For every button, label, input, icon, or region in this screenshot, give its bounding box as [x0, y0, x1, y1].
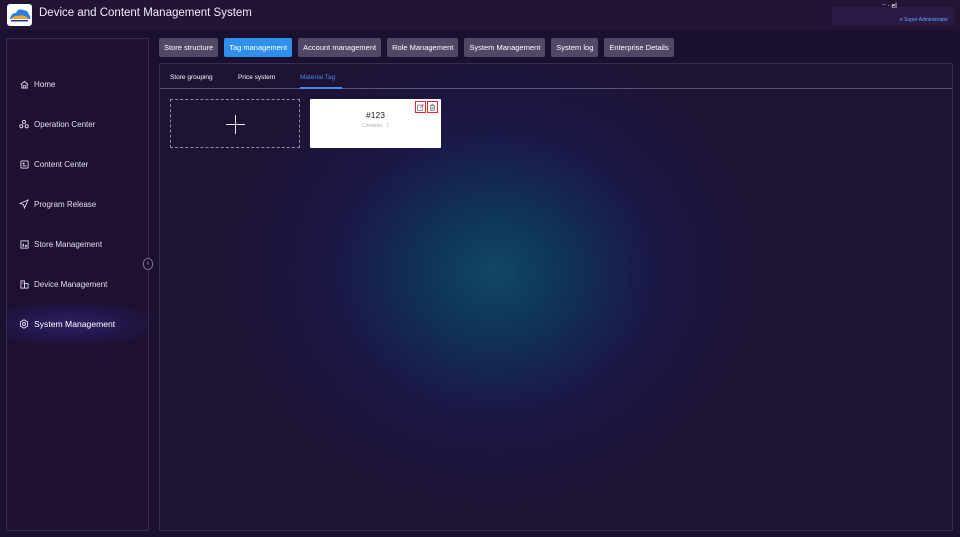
top-bar: Device and Content Management System ⁻ ᐧ…: [0, 0, 960, 30]
send-icon: [19, 199, 29, 209]
tab-system-management[interactable]: System Management: [464, 38, 546, 57]
sidebar-item-label: Store Management: [34, 239, 103, 249]
sidebar-item-label: Operation Center: [34, 119, 96, 129]
subtab-store-grouping[interactable]: Store grouping: [170, 74, 213, 81]
user-role: e Super Administrator: [900, 17, 949, 23]
home-icon: [19, 79, 29, 89]
sidebar-item-operation-center[interactable]: Operation Center: [7, 104, 148, 144]
active-subtab-indicator: [300, 87, 342, 89]
tab-enterprise-details[interactable]: Enterprise Details: [604, 38, 674, 57]
tab-store-structure[interactable]: Store structure: [159, 38, 219, 57]
sidebar-collapse-button[interactable]: ‹: [143, 258, 153, 270]
tab-system-log[interactable]: System log: [551, 38, 599, 57]
tag-contents: Contents: 1: [310, 123, 441, 129]
sub-tabs: Store grouping Price system Material Tag: [160, 64, 952, 89]
edit-tag-button[interactable]: [415, 101, 426, 113]
sidebar-item-content-center[interactable]: Content Center: [7, 144, 148, 184]
sidebar-item-label: System Management: [34, 319, 116, 329]
sidebar-item-label: Content Center: [34, 159, 89, 169]
store-icon: [19, 239, 29, 249]
delete-tag-button[interactable]: [427, 101, 438, 113]
sidebar-item-label: Device Management: [34, 279, 108, 289]
settings-icon: [19, 319, 29, 329]
content-icon: [19, 159, 29, 169]
device-icon: [19, 279, 29, 289]
tag-card[interactable]: #123 Contents: 1: [310, 99, 441, 148]
sidebar-item-label: Home: [34, 79, 56, 89]
tab-role-management[interactable]: Role Management: [387, 38, 459, 57]
plus-icon-vertical: [235, 115, 237, 134]
tab-account-management[interactable]: Account management: [298, 38, 382, 57]
edit-icon: [417, 103, 424, 111]
sidebar-item-system-management[interactable]: System Management: [7, 304, 148, 344]
top-tabs: Store structure Tag management Account m…: [159, 38, 674, 58]
trash-icon: [429, 103, 436, 111]
cloud-logo-icon: [7, 4, 32, 26]
sidebar-item-label: Program Release: [34, 199, 97, 209]
sidebar-item-program-release[interactable]: Program Release: [7, 184, 148, 224]
tab-tag-management[interactable]: Tag management: [224, 38, 293, 57]
add-tag-button[interactable]: [170, 99, 300, 148]
main-panel: Store grouping Price system Material Tag…: [159, 63, 953, 531]
operation-icon: [19, 119, 29, 129]
sidebar-item-store-management[interactable]: Store Management: [7, 224, 148, 264]
app-title: Device and Content Management System: [39, 7, 252, 19]
sidebar-item-device-management[interactable]: Device Management: [7, 264, 148, 304]
sidebar-item-home[interactable]: Home: [7, 64, 148, 104]
tag-contents-count: 1: [386, 123, 390, 129]
subtab-price-system[interactable]: Price system: [238, 74, 275, 81]
tag-contents-label: Contents:: [361, 123, 384, 129]
subtab-material-tag[interactable]: Material Tag: [300, 74, 335, 81]
user-name: ⁻ ᐧ el: [882, 3, 897, 10]
sidebar: Home Operation Center Content Center Pro…: [6, 38, 149, 531]
